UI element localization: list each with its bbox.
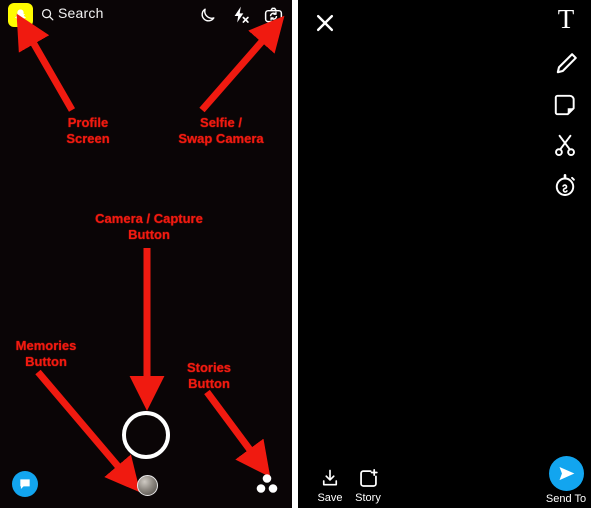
send-to-label: Send To xyxy=(545,493,587,505)
text-tool-icon[interactable]: T xyxy=(552,4,580,34)
arrow-profile xyxy=(16,13,76,112)
annotation-memories-button: Memories Button xyxy=(15,338,77,369)
snapchat-ghost-icon[interactable] xyxy=(8,3,33,27)
stories-three-dots-icon[interactable] xyxy=(255,473,279,495)
annotation-selfie-swap: Selfie / Swap Camera xyxy=(178,115,264,146)
snap-editor-panel xyxy=(298,0,591,508)
close-icon[interactable] xyxy=(314,12,336,34)
capture-shutter-button[interactable] xyxy=(122,411,170,459)
annotated-snapchat-screens: Search Profile Screen Selfie / Swap Came… xyxy=(0,0,591,508)
camera-screen-panel: Search Profile Screen Selfie / Swap Came… xyxy=(0,0,292,508)
camera-flip-icon[interactable] xyxy=(263,5,283,25)
scissors-cutout-tool-icon[interactable] xyxy=(552,132,580,160)
story-label: Story xyxy=(355,492,381,504)
annotation-stories-button: Stories Button xyxy=(186,360,232,391)
arrow-selfie xyxy=(199,15,285,113)
arrow-memories xyxy=(35,369,141,493)
flash-off-icon[interactable] xyxy=(230,5,250,25)
arrow-stories xyxy=(204,389,271,478)
timer-infinity-tool-icon[interactable] xyxy=(552,172,580,200)
pencil-draw-tool-icon[interactable] xyxy=(552,50,580,78)
search-icon[interactable] xyxy=(40,7,55,22)
annotation-capture-button: Camera / Capture Button xyxy=(95,211,203,242)
send-to-button[interactable]: Send To xyxy=(542,456,590,505)
send-arrow-icon xyxy=(548,456,584,491)
camera-top-bar: Search xyxy=(0,0,292,30)
annotation-profile-screen: Profile Screen xyxy=(66,115,110,146)
moon-icon[interactable] xyxy=(198,5,218,25)
memories-thumbnail-button[interactable] xyxy=(137,475,158,496)
sticker-tool-icon[interactable] xyxy=(552,92,580,120)
chat-bubble-icon[interactable] xyxy=(12,471,38,497)
add-to-story-icon xyxy=(346,466,390,490)
story-button[interactable]: Story xyxy=(346,466,390,504)
search-label[interactable]: Search xyxy=(58,5,104,21)
